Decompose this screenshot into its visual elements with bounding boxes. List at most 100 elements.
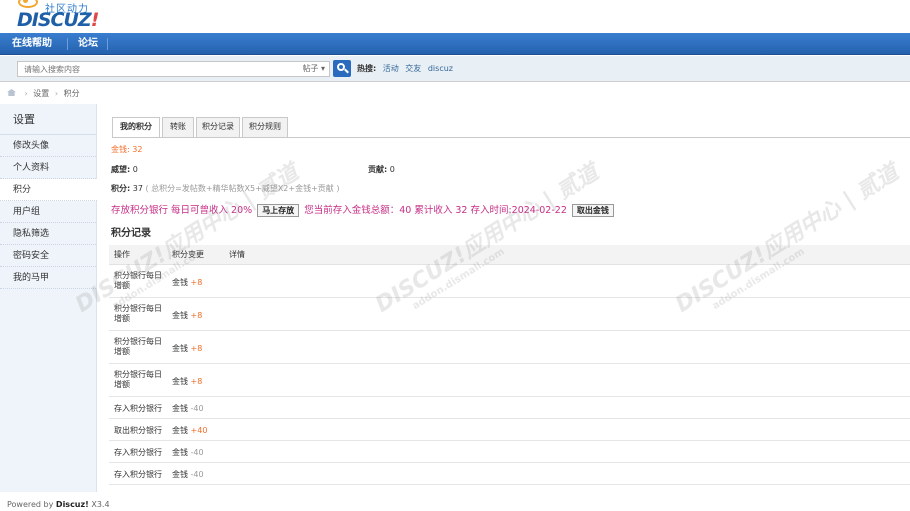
money-line: 金钱: 32	[111, 144, 142, 155]
points-formula: ( 总积分=发帖数+精华帖数X5+威望X2+金钱+贡献 )	[145, 184, 340, 193]
row-change: 金钱 +8	[172, 343, 202, 354]
table-row: 取出积分银行 金钱 +40	[109, 419, 910, 441]
search-button[interactable]	[333, 60, 351, 77]
nav-item-help[interactable]: 在线帮助	[12, 33, 52, 55]
row-operation: 积分银行每日增额	[114, 370, 162, 389]
row-credit-type: 金钱	[172, 426, 188, 435]
nav-separator	[107, 38, 108, 50]
search-scope-label: 帖子	[302, 64, 319, 73]
search-bar: 帖子 ▾ 热搜: 活动 交友 discuz	[0, 56, 910, 82]
table-row: 积分银行每日增额 金钱 +8	[109, 298, 910, 331]
row-change: 金钱 +8	[172, 277, 202, 288]
header-operation: 操作	[114, 250, 130, 259]
site-logo[interactable]: 社区动力 DISCUZ!	[8, 0, 138, 32]
tab-divider	[112, 137, 910, 138]
row-operation: 取出积分银行	[114, 426, 162, 435]
credit-log-table: 操作 积分变更 详情 积分银行每日增额 金钱 +8 积分银行每日增额 金钱 +8…	[109, 245, 910, 485]
sidebar-item-vest[interactable]: 我的马甲	[0, 267, 96, 289]
contrib-line: 贡献: 0	[368, 164, 395, 175]
breadcrumb-settings[interactable]: 设置	[33, 89, 49, 98]
table-header: 操作 积分变更 详情	[109, 245, 910, 265]
logo-brand-mark: !	[90, 9, 100, 31]
points-line: 积分: 37 ( 总积分=发帖数+精华帖数X5+威望X2+金钱+贡献 )	[111, 183, 339, 194]
logo-brand-main: DISCUZ	[17, 9, 92, 31]
points-value: 37	[132, 184, 143, 193]
row-credit-type: 金钱	[172, 470, 188, 479]
tab-credit-rules[interactable]: 积分规则	[242, 117, 288, 137]
footer-prefix: Powered by	[7, 500, 54, 509]
sidebar-item-profile[interactable]: 个人资料	[0, 157, 96, 179]
breadcrumb: › 设置 › 积分	[7, 88, 80, 100]
contrib-value: 0	[389, 165, 395, 174]
row-change-amount: -40	[190, 404, 204, 413]
prestige-line: 威望: 0	[111, 164, 138, 175]
prestige-label: 威望:	[111, 165, 131, 174]
row-credit-type: 金钱	[172, 377, 188, 386]
table-row: 存入积分银行 金钱 -40	[109, 397, 910, 419]
home-icon[interactable]	[7, 89, 16, 96]
row-change-amount: +8	[190, 344, 203, 353]
table-row: 积分银行每日增额 金钱 +8	[109, 331, 910, 364]
hot-keyword-link[interactable]: 交友	[405, 64, 421, 73]
table-row: 存入积分银行 金钱 -40	[109, 463, 910, 485]
row-change-amount: +8	[190, 377, 203, 386]
row-change-amount: -40	[190, 470, 204, 479]
breadcrumb-current: 积分	[63, 89, 80, 98]
hot-keyword-link[interactable]: 活动	[383, 64, 399, 73]
row-change: 金钱 +8	[172, 376, 202, 387]
row-change: 金钱 -40	[172, 447, 204, 458]
row-operation: 积分银行每日增额	[114, 304, 162, 323]
withdraw-button[interactable]: 取出金钱	[571, 204, 614, 217]
row-credit-type: 金钱	[172, 448, 188, 457]
prestige-value: 0	[132, 165, 138, 174]
points-label: 积分:	[111, 184, 131, 193]
row-operation: 存入积分银行	[114, 448, 162, 457]
row-operation: 积分银行每日增额	[114, 337, 162, 356]
footer-brand-link[interactable]: Discuz!	[56, 500, 89, 509]
sidebar-item-credits[interactable]: 积分	[0, 179, 97, 201]
money-label: 金钱:	[111, 145, 130, 154]
row-change-amount: +8	[190, 278, 203, 287]
search-box: 帖子 ▾	[17, 61, 330, 77]
search-scope-select[interactable]: 帖子 ▾	[302, 63, 325, 74]
row-change: 金钱 -40	[172, 469, 204, 480]
sidebar-item-usergroup[interactable]: 用户组	[0, 201, 96, 223]
bank-text-rate: 存放积分银行 每日可曾收入 20%	[111, 205, 253, 216]
row-change-amount: +40	[190, 426, 208, 435]
footer: Powered by Discuz! X3.4	[7, 500, 110, 509]
chevron-down-icon: ▾	[320, 64, 325, 73]
sidebar-item-password[interactable]: 密码安全	[0, 245, 96, 267]
footer-version: X3.4	[91, 500, 110, 509]
row-change-amount: +8	[190, 311, 203, 320]
row-operation: 存入积分银行	[114, 470, 162, 479]
row-credit-type: 金钱	[172, 278, 188, 287]
logo-ring-icon	[18, 0, 38, 8]
main-content: 我的积分 转账 积分记录 积分规则 金钱: 32 威望: 0 贡献: 0 积分:…	[98, 104, 910, 492]
sidebar-item-avatar[interactable]: 修改头像	[0, 135, 96, 157]
deposit-button[interactable]: 马上存放	[257, 204, 300, 217]
nav-separator	[67, 38, 68, 50]
breadcrumb-separator: ›	[24, 89, 28, 98]
logo-brand: DISCUZ!	[17, 9, 100, 31]
sidebar-item-privacy[interactable]: 隐私筛选	[0, 223, 96, 245]
header-detail: 详情	[229, 250, 245, 259]
row-change: 金钱 -40	[172, 403, 204, 414]
main-navbar: 在线帮助 论坛	[0, 33, 910, 55]
bank-text-status: 您当前存入金钱总额：40 累计收入 32 存入时间:2024-02-22	[304, 205, 567, 216]
tab-transfer[interactable]: 转账	[162, 117, 194, 137]
sidebar-title: 设置	[0, 104, 96, 135]
row-credit-type: 金钱	[172, 344, 188, 353]
search-input[interactable]	[18, 62, 268, 76]
hot-keyword-link[interactable]: discuz	[428, 64, 453, 73]
header-change: 积分变更	[172, 250, 204, 259]
row-operation: 积分银行每日增额	[114, 271, 162, 290]
search-icon-handle	[344, 68, 349, 74]
table-row: 积分银行每日增额 金钱 +8	[109, 265, 910, 298]
hot-label: 热搜:	[357, 64, 377, 73]
row-credit-type: 金钱	[172, 404, 188, 413]
row-operation: 存入积分银行	[114, 404, 162, 413]
table-row: 存入积分银行 金钱 -40	[109, 441, 910, 463]
tab-credit-log[interactable]: 积分记录	[196, 117, 240, 137]
nav-item-forum[interactable]: 论坛	[78, 33, 98, 55]
tab-my-credits[interactable]: 我的积分	[112, 117, 160, 138]
